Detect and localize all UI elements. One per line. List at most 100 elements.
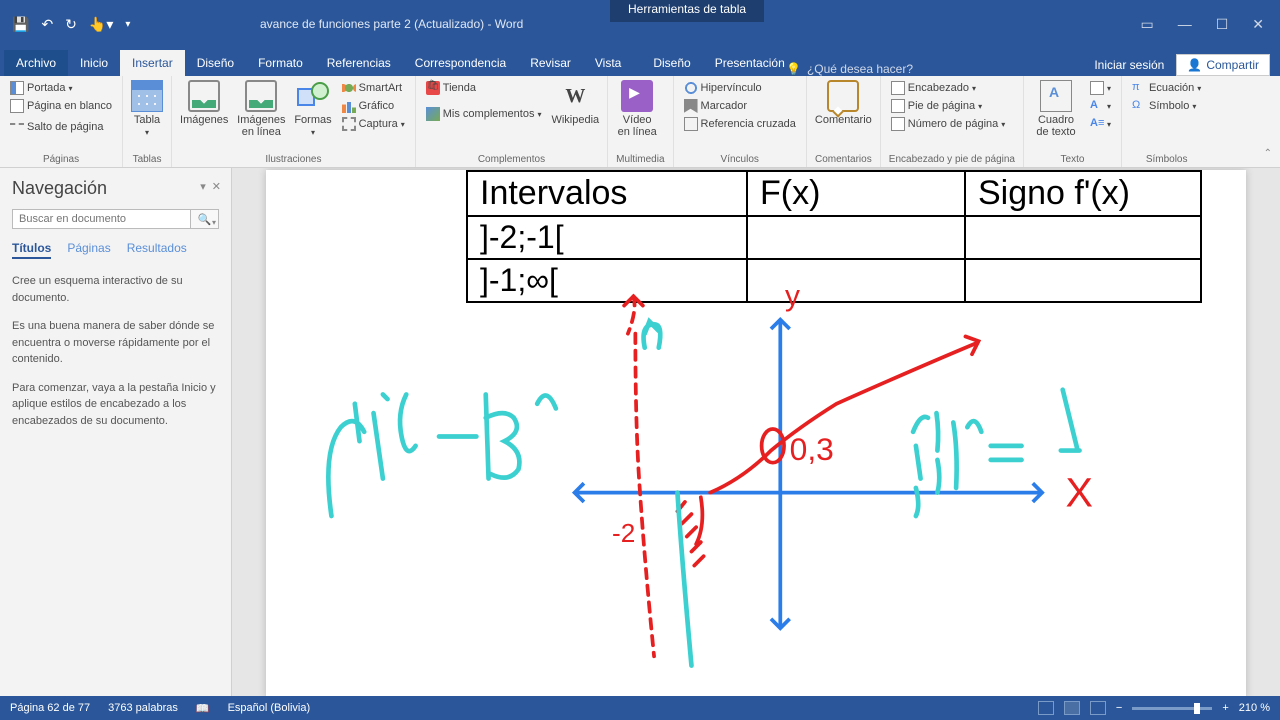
smartart-button[interactable]: SmartArt: [340, 80, 407, 96]
group-label: Tablas: [131, 152, 163, 167]
cuadro-texto-button[interactable]: Cuadro de texto: [1032, 80, 1080, 138]
imagenes-linea-button[interactable]: Imágenes en línea: [236, 80, 286, 138]
tab-vista[interactable]: Vista: [583, 50, 633, 76]
tab-diseno[interactable]: Diseño: [185, 50, 246, 76]
zoom-out-button[interactable]: −: [1116, 702, 1122, 714]
table-cell[interactable]: [965, 259, 1201, 302]
close-icon[interactable]: ✕: [1252, 16, 1264, 33]
table-cell[interactable]: ]-2;-1[: [467, 216, 747, 259]
tab-formato[interactable]: Formato: [246, 50, 315, 76]
tab-insertar[interactable]: Insertar: [120, 50, 185, 76]
tab-correspondencia[interactable]: Correspondencia: [403, 50, 518, 76]
comentario-button[interactable]: Comentario: [815, 80, 872, 126]
ecuacion-button[interactable]: πEcuación▾: [1130, 80, 1203, 96]
page-indicator[interactable]: Página 62 de 77: [10, 702, 90, 714]
svg-text:0,3: 0,3: [790, 431, 834, 467]
nav-title: Navegación: [12, 178, 219, 199]
nav-search-button[interactable]: 🔍: [191, 209, 219, 229]
ribbon-display-icon[interactable]: ▭: [1140, 16, 1153, 33]
titlebar: 💾 ↶ ↻ 👆▾ ▾ avance de funciones parte 2 (…: [0, 0, 1280, 48]
tell-me-search[interactable]: 💡 ¿Qué desea hacer?: [786, 62, 913, 76]
nav-close-icon[interactable]: ✕: [212, 180, 221, 193]
table-cell[interactable]: Intervalos: [467, 171, 747, 216]
redo-icon[interactable]: ↻: [65, 16, 77, 33]
grafico-button[interactable]: Gráfico: [340, 98, 407, 114]
nav-tab-paginas[interactable]: Páginas: [67, 241, 110, 259]
tab-inicio[interactable]: Inicio: [68, 50, 120, 76]
touch-mode-icon[interactable]: 👆▾: [89, 16, 113, 33]
textbox-icon: [1040, 80, 1072, 112]
encabezado-button[interactable]: Encabezado▾: [889, 80, 1008, 96]
tab-presentacion[interactable]: Presentación: [703, 50, 797, 76]
dropcap-button[interactable]: A≡▾: [1088, 116, 1113, 132]
tab-revisar[interactable]: Revisar: [518, 50, 583, 76]
ribbon-tabs: Archivo Inicio Insertar Diseño Formato R…: [0, 48, 1280, 76]
nav-dropdown-icon[interactable]: ▾: [200, 180, 206, 193]
print-layout-icon[interactable]: [1064, 701, 1080, 715]
spell-check-icon[interactable]: 📖: [196, 702, 210, 715]
table-cell[interactable]: F(x): [747, 171, 965, 216]
salto-pagina-button[interactable]: Salto de página: [8, 116, 114, 138]
sign-in-link[interactable]: Iniciar sesión: [1094, 58, 1164, 72]
document-table[interactable]: Intervalos F(x) Signo f'(x) ]-2;-1[ ]-1;…: [466, 170, 1202, 303]
portada-button[interactable]: Portada▾: [8, 80, 114, 96]
pagina-blanco-button[interactable]: Página en blanco: [8, 98, 114, 114]
group-label: Vínculos: [682, 152, 798, 167]
table-cell[interactable]: ]-1;∞[: [467, 259, 747, 302]
nav-tab-titulos[interactable]: Títulos: [12, 241, 51, 259]
group-label: Multimedia: [616, 152, 664, 167]
document-area[interactable]: Intervalos F(x) Signo f'(x) ]-2;-1[ ]-1;…: [232, 168, 1280, 696]
captura-button[interactable]: Captura▾: [340, 116, 407, 132]
hipervinculo-button[interactable]: Hipervínculo: [682, 80, 798, 96]
qat-customize-icon[interactable]: ▾: [125, 19, 130, 30]
zoom-slider[interactable]: [1132, 707, 1212, 710]
collapse-ribbon-icon[interactable]: ⌃: [1264, 148, 1272, 159]
wordart-button[interactable]: A▾: [1088, 98, 1113, 114]
read-mode-icon[interactable]: [1038, 701, 1054, 715]
zoom-level[interactable]: 210 %: [1239, 702, 1270, 714]
numero-pagina-button[interactable]: Número de página▾: [889, 116, 1008, 132]
formas-button[interactable]: Formas▾: [294, 80, 331, 137]
hyperlink-icon: [684, 81, 698, 95]
footer-icon: [891, 99, 905, 113]
word-count[interactable]: 3763 palabras: [108, 702, 178, 714]
tab-archivo[interactable]: Archivo: [4, 50, 68, 76]
page[interactable]: Intervalos F(x) Signo f'(x) ]-2;-1[ ]-1;…: [266, 170, 1246, 696]
referencia-cruzada-button[interactable]: Referencia cruzada: [682, 116, 798, 132]
tab-referencias[interactable]: Referencias: [315, 50, 403, 76]
cover-page-icon: [10, 81, 24, 95]
smartart-icon: [342, 81, 356, 95]
nav-search-input[interactable]: [12, 209, 191, 229]
undo-icon[interactable]: ↶: [41, 16, 53, 33]
video-button[interactable]: Vídeo en línea: [616, 80, 658, 138]
save-icon[interactable]: 💾: [12, 16, 29, 33]
web-layout-icon[interactable]: [1090, 701, 1106, 715]
quick-parts-button[interactable]: ▾: [1088, 80, 1113, 96]
simbolo-button[interactable]: ΩSímbolo▾: [1130, 98, 1203, 114]
complementos-button[interactable]: Mis complementos▾: [424, 106, 544, 122]
minimize-icon[interactable]: —: [1178, 16, 1192, 33]
maximize-icon[interactable]: ☐: [1216, 16, 1229, 33]
nav-tab-resultados[interactable]: Resultados: [127, 241, 187, 259]
imagenes-button[interactable]: Imágenes: [180, 80, 228, 126]
tabla-button[interactable]: Tabla▾: [131, 80, 163, 137]
marcador-button[interactable]: Marcador: [682, 98, 798, 114]
table-cell[interactable]: [965, 216, 1201, 259]
table-cell[interactable]: [747, 216, 965, 259]
wikipedia-button[interactable]: WWikipedia: [551, 80, 599, 126]
share-icon: 👤: [1187, 58, 1202, 72]
language-indicator[interactable]: Español (Bolivia): [228, 702, 311, 714]
table-cell[interactable]: [747, 259, 965, 302]
tienda-button[interactable]: Tienda: [424, 80, 544, 96]
group-label: Texto: [1032, 152, 1113, 167]
wikipedia-icon: W: [559, 80, 591, 112]
table-cell[interactable]: Signo f'(x): [965, 171, 1201, 216]
wordart-icon: A: [1090, 99, 1104, 113]
group-label: Complementos: [424, 152, 599, 167]
tab-diseno-tabla[interactable]: Diseño: [641, 50, 702, 76]
comment-icon: [827, 80, 859, 112]
share-button[interactable]: 👤 Compartir: [1176, 54, 1270, 76]
document-title: avance de funciones parte 2 (Actualizado…: [260, 17, 523, 31]
pie-pagina-button[interactable]: Pie de página▾: [889, 98, 1008, 114]
zoom-in-button[interactable]: +: [1222, 702, 1228, 714]
